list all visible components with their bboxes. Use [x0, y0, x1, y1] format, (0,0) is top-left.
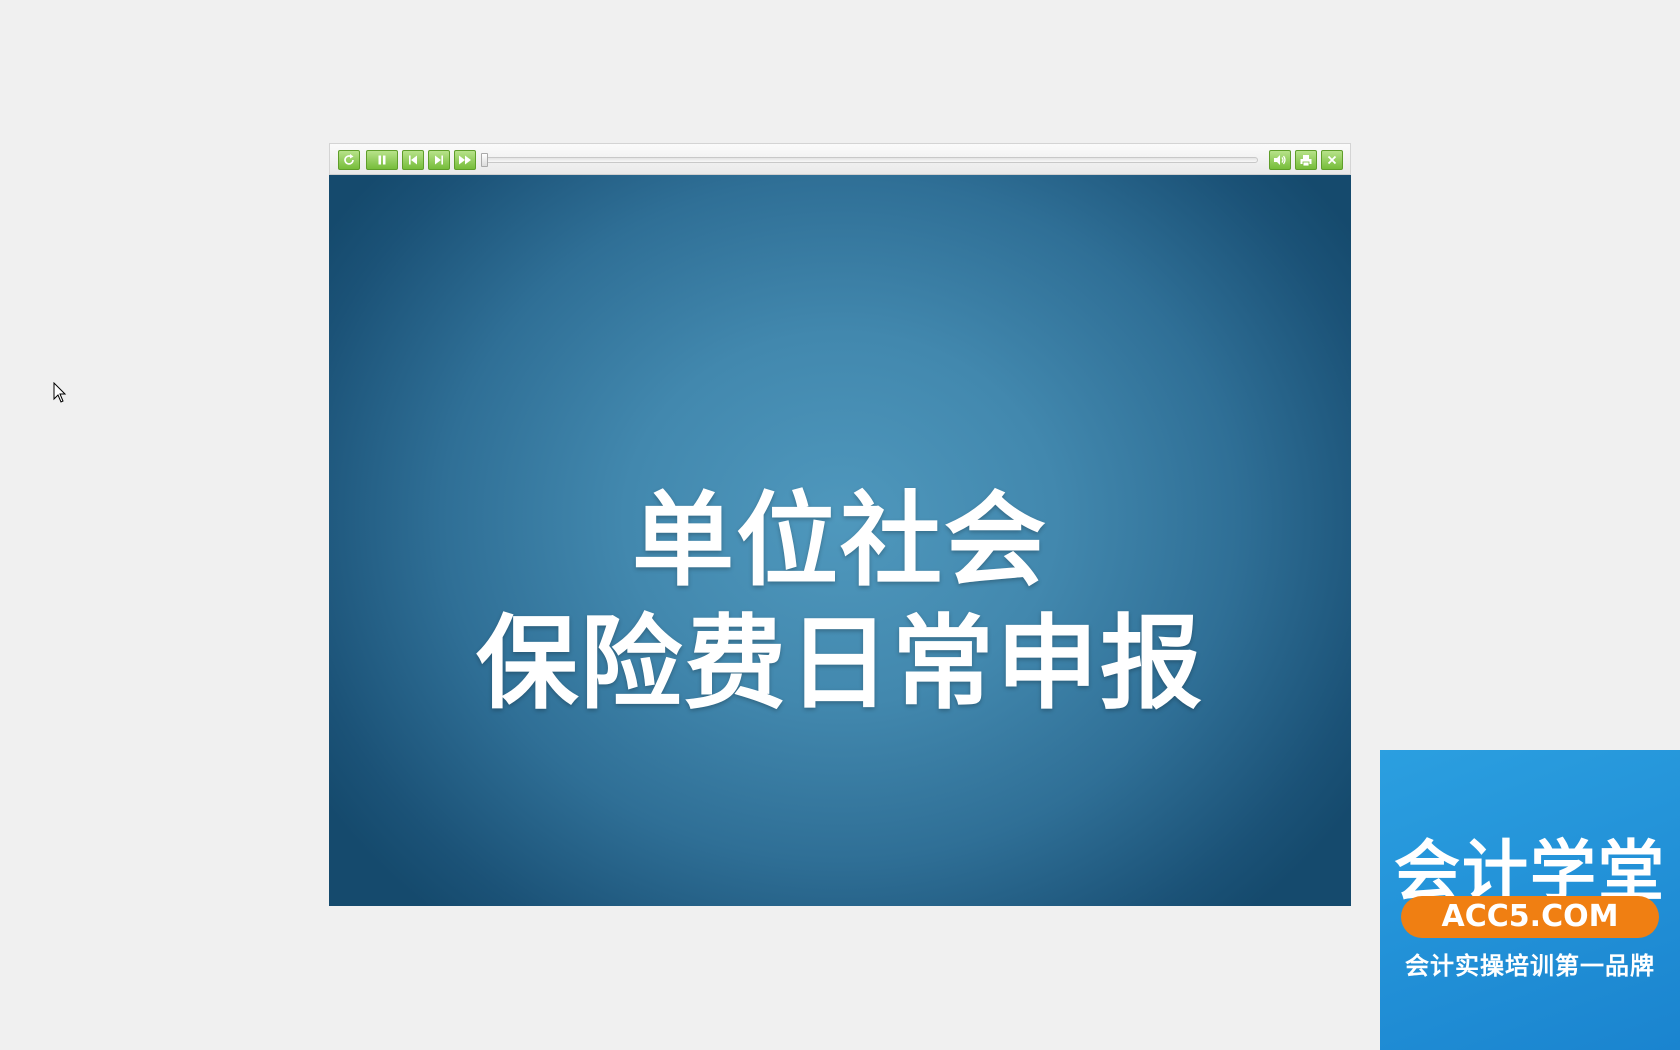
fast-forward-icon	[459, 155, 471, 165]
next-icon	[435, 155, 443, 165]
next-button[interactable]	[428, 150, 450, 170]
desktop: 单位社会 保险费日常申报 会计学堂 ACC5.COM 会计实操培训第一品牌	[0, 0, 1680, 1050]
volume-button[interactable]	[1269, 150, 1291, 170]
player-toolbar	[329, 143, 1351, 175]
print-icon	[1300, 154, 1312, 166]
volume-icon	[1274, 155, 1286, 165]
replay-button[interactable]	[338, 150, 360, 170]
pause-button[interactable]	[366, 150, 398, 170]
slide-title-line-2: 保险费日常申报	[476, 605, 1204, 724]
close-icon	[1327, 155, 1337, 165]
brand-slogan: 会计实操培训第一品牌	[1405, 952, 1655, 980]
mouse-cursor-icon	[53, 382, 67, 403]
close-button[interactable]	[1321, 150, 1343, 170]
pause-icon	[378, 155, 386, 165]
replay-icon	[344, 154, 354, 165]
fast-forward-button[interactable]	[454, 150, 476, 170]
brand-site-badge: ACC5.COM	[1401, 896, 1659, 938]
presentation-player: 单位社会 保险费日常申报	[329, 143, 1351, 906]
seek-bar[interactable]	[481, 153, 1258, 167]
brand-watermark: 会计学堂 ACC5.COM 会计实操培训第一品牌	[1380, 750, 1680, 1050]
previous-button[interactable]	[402, 150, 424, 170]
print-button[interactable]	[1295, 150, 1317, 170]
seek-bar-handle[interactable]	[481, 153, 488, 167]
slide-canvas: 单位社会 保险费日常申报	[329, 175, 1351, 906]
previous-icon	[409, 155, 417, 165]
